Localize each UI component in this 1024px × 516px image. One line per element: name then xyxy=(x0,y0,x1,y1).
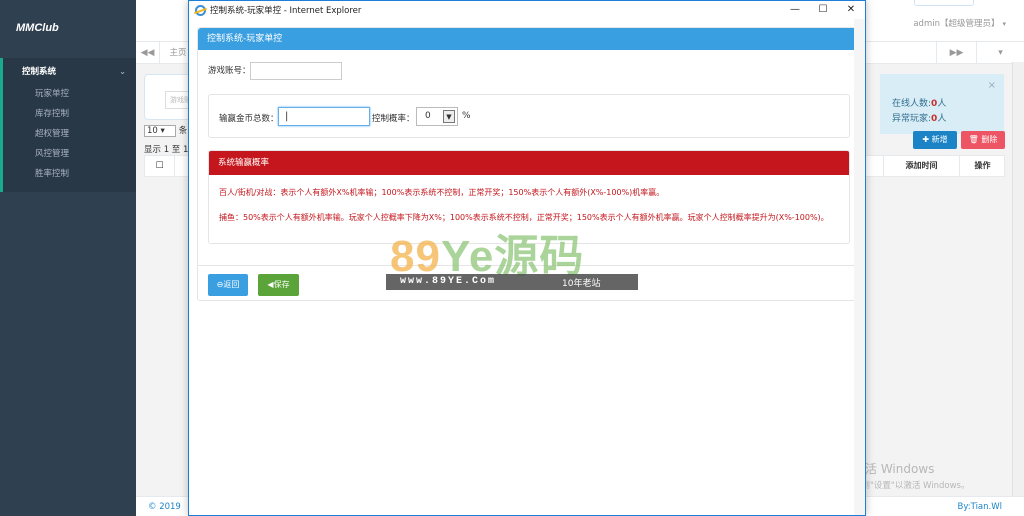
back-button[interactable]: ⊖返回 xyxy=(208,274,248,296)
table-info: 显示 1 至 1 xyxy=(144,145,189,155)
sidebar: MMClub 控制系统 ⌄ 玩家单控 库存控制 超权管理 风控管理 胜率控制 xyxy=(0,0,136,516)
delete-button[interactable]: 🗑 删除 xyxy=(961,131,1005,149)
tab-scroll-right-button[interactable]: ▶▶ xyxy=(936,42,976,64)
page-size-value: 10 xyxy=(147,126,158,136)
user-name: admin【超级管理员】 xyxy=(913,19,1000,29)
sidebar-item-risk-control[interactable]: 风控管理 xyxy=(3,144,136,164)
save-button[interactable]: ◀保存 xyxy=(258,274,299,296)
sidebar-item-super-admin[interactable]: 超权管理 xyxy=(3,124,136,144)
close-button[interactable]: ✕ xyxy=(837,1,865,19)
maximize-button[interactable]: ☐ xyxy=(809,1,837,19)
activation-subtitle: 转到"设置"以激活 Windows。 xyxy=(853,481,970,491)
watermark-tag: 10年老站 xyxy=(562,279,601,289)
nav-group-control: 控制系统 ⌄ 玩家单控 库存控制 超权管理 风控管理 胜率控制 xyxy=(0,58,136,192)
account-input[interactable] xyxy=(250,62,342,80)
internet-explorer-icon xyxy=(195,4,206,16)
chevron-down-icon: ▼ xyxy=(443,110,455,123)
add-button[interactable]: ✚ 新增 xyxy=(913,131,957,149)
footer-author: By:Tian.Wl xyxy=(957,502,1002,512)
activation-title: 激活 Windows xyxy=(853,462,935,476)
panel-title: 控制系统-玩家单控 xyxy=(198,28,858,50)
control-rate-select[interactable]: 0 ▼ xyxy=(416,107,458,126)
abnormal-count-label: 异常玩家: xyxy=(892,114,932,124)
page-size: 10 ▾ 条 xyxy=(144,124,187,137)
window-title: 控制系统-玩家单控 - Internet Explorer xyxy=(210,6,362,16)
online-stats-panel: × 在线人数:0人 异常玩家:0人 xyxy=(880,74,1004,134)
online-count-unit: 人 xyxy=(937,99,947,109)
page-scrollbar[interactable] xyxy=(1012,62,1024,496)
footer-copyright: © 2019 xyxy=(148,502,181,512)
page-size-suffix: 条 xyxy=(178,126,188,136)
nav-group-header[interactable]: 控制系统 ⌄ xyxy=(3,58,136,84)
tab-scroll-left-button[interactable]: ◀◀ xyxy=(136,42,160,64)
top-button[interactable] xyxy=(914,0,974,6)
brand-logo: MMClub xyxy=(16,22,59,34)
abnormal-count-unit: 人 xyxy=(937,114,947,124)
nav-group-label: 控制系统 xyxy=(22,67,57,77)
account-label: 游戏账号： xyxy=(208,66,251,76)
select-all-checkbox[interactable]: ☐ xyxy=(145,156,175,176)
sidebar-item-stock-control[interactable]: 库存控制 xyxy=(3,104,136,124)
control-rate-label: 控制概率： xyxy=(372,114,415,124)
column-header-time: 添加时间 xyxy=(883,156,959,176)
description-line-arcade: 百人/街机/对战：表示个人有额外X%机率输；100%表示系统不控制，正常开奖；1… xyxy=(219,188,665,197)
online-count-label: 在线人数: xyxy=(892,99,932,109)
window-titlebar[interactable]: 控制系统-玩家单控 - Internet Explorer — ☐ ✕ xyxy=(189,1,865,19)
column-header-operation: 操作 xyxy=(959,156,1005,176)
watermark: 89Ye源码 www.89YE.Com 10年老站 xyxy=(386,224,642,294)
page-size-select[interactable]: 10 ▾ xyxy=(144,125,176,137)
user-menu[interactable]: admin【超级管理员】 ▾ xyxy=(913,17,1006,29)
win-rate-section-title: 系统输赢概率 xyxy=(209,151,849,175)
total-coins-label: 输赢金币总数： xyxy=(219,114,279,124)
close-icon[interactable]: × xyxy=(988,80,996,91)
abnormal-count-line: 异常玩家:0人 xyxy=(892,111,946,124)
window-controls: — ☐ ✕ xyxy=(781,1,865,19)
chevron-down-icon: ⌄ xyxy=(119,66,126,76)
sidebar-item-player-control[interactable]: 玩家单控 xyxy=(3,84,136,104)
control-settings-box: 输赢金币总数： | 控制概率： 0 ▼ % xyxy=(208,94,850,138)
watermark-url: www.89YE.Com xyxy=(400,276,497,287)
sidebar-item-winrate-control[interactable]: 胜率控制 xyxy=(3,164,136,184)
percent-unit: % xyxy=(462,111,471,121)
total-coins-input[interactable]: | xyxy=(278,107,370,126)
dialog-scrollbar[interactable] xyxy=(854,19,865,515)
caret-down-icon: ▾ xyxy=(1002,20,1006,28)
control-rate-value: 0 xyxy=(425,111,431,121)
minimize-button[interactable]: — xyxy=(781,1,809,19)
windows-activation-notice: 激活 Windows 转到"设置"以激活 Windows。 xyxy=(853,460,969,491)
tab-dropdown-button[interactable]: ▾ xyxy=(976,42,1024,64)
online-count-line: 在线人数:0人 xyxy=(892,96,946,109)
